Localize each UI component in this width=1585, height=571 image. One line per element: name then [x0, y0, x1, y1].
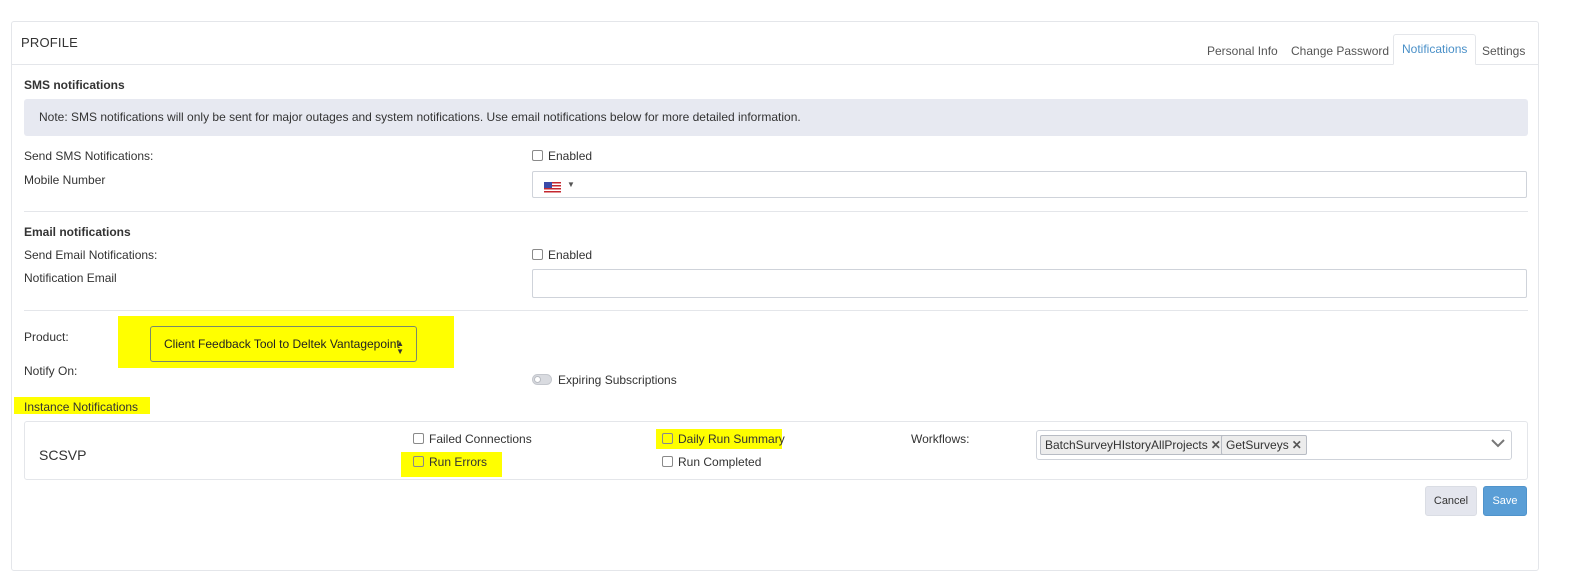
- section-divider: [24, 310, 1528, 311]
- flag-canton: [544, 182, 552, 188]
- email-enabled-label: Enabled: [548, 248, 593, 262]
- us-flag-icon: [544, 182, 561, 193]
- tab-notifications[interactable]: Notifications: [1393, 34, 1477, 65]
- tab-personal-info[interactable]: Personal Info: [1199, 42, 1286, 65]
- scrollbar[interactable]: [1567, 0, 1585, 565]
- product-selected-value: Client Feedback Tool to Deltek Vantagepo…: [164, 337, 400, 351]
- checkbox-icon: [532, 150, 543, 162]
- failed-connections-checkbox[interactable]: Failed Connections: [413, 432, 532, 446]
- save-button[interactable]: Save: [1483, 486, 1527, 516]
- cancel-button[interactable]: Cancel: [1425, 486, 1477, 516]
- section-divider: [24, 211, 1528, 212]
- checkbox-icon: [662, 433, 673, 445]
- country-selector[interactable]: ▼: [533, 172, 578, 197]
- daily-run-summary-label: Daily Run Summary: [678, 432, 785, 446]
- notify-on-label: Notify On:: [24, 364, 78, 378]
- caret-down-icon: ▼: [567, 180, 575, 189]
- chevron-down-icon[interactable]: [1491, 435, 1505, 453]
- panel-title: PROFILE: [21, 35, 79, 50]
- daily-run-summary-checkbox[interactable]: Daily Run Summary: [662, 432, 785, 446]
- sms-note: Note: SMS notifications will only be sen…: [24, 99, 1528, 136]
- remove-tag-icon[interactable]: ✕: [1292, 438, 1302, 452]
- email-section-title: Email notifications: [24, 225, 131, 239]
- run-completed-label: Run Completed: [678, 455, 762, 469]
- expiring-subscriptions-toggle[interactable]: [532, 374, 552, 385]
- checkbox-icon: [413, 433, 424, 445]
- notification-email-input[interactable]: [532, 269, 1527, 298]
- expiring-subscriptions-label: Expiring Subscriptions: [558, 373, 677, 387]
- tab-change-password[interactable]: Change Password: [1283, 42, 1397, 65]
- checkbox-icon: [413, 456, 424, 468]
- mobile-number-input[interactable]: ▼: [532, 171, 1527, 198]
- tab-settings[interactable]: Settings: [1474, 42, 1533, 65]
- run-errors-checkbox[interactable]: Run Errors: [413, 455, 487, 469]
- workflow-tag-label: GetSurveys: [1226, 438, 1289, 452]
- send-email-label: Send Email Notifications:: [24, 248, 158, 262]
- failed-connections-label: Failed Connections: [429, 432, 532, 446]
- workflow-tag: GetSurveys ✕: [1221, 435, 1307, 455]
- run-completed-checkbox[interactable]: Run Completed: [662, 455, 761, 469]
- instance-name: SCSVP: [39, 447, 87, 463]
- mobile-number-label: Mobile Number: [24, 173, 106, 187]
- toggle-knob: [534, 376, 541, 383]
- product-label: Product:: [24, 330, 69, 344]
- notification-email-label: Notification Email: [24, 271, 117, 285]
- workflows-label: Workflows:: [911, 432, 970, 446]
- sms-enabled-checkbox[interactable]: Enabled: [532, 149, 592, 163]
- product-select[interactable]: Client Feedback Tool to Deltek Vantagepo…: [150, 326, 417, 362]
- checkbox-icon: [662, 456, 673, 468]
- remove-tag-icon[interactable]: ✕: [1211, 438, 1221, 452]
- workflow-tag: BatchSurveyHIstoryAllProjects ✕: [1040, 435, 1226, 455]
- checkbox-icon: [532, 249, 543, 261]
- run-errors-label: Run Errors: [429, 455, 488, 469]
- email-enabled-checkbox[interactable]: Enabled: [532, 248, 592, 262]
- instance-notifications-label: Instance Notifications: [24, 400, 139, 414]
- sms-section-title: SMS notifications: [24, 78, 125, 92]
- workflow-tag-label: BatchSurveyHIstoryAllProjects: [1045, 438, 1208, 452]
- send-sms-label: Send SMS Notifications:: [24, 149, 154, 163]
- select-arrows-icon: ▲ ▼: [396, 339, 404, 356]
- sms-enabled-label: Enabled: [548, 149, 593, 163]
- workflows-select[interactable]: BatchSurveyHIstoryAllProjects ✕ GetSurvey…: [1036, 430, 1512, 460]
